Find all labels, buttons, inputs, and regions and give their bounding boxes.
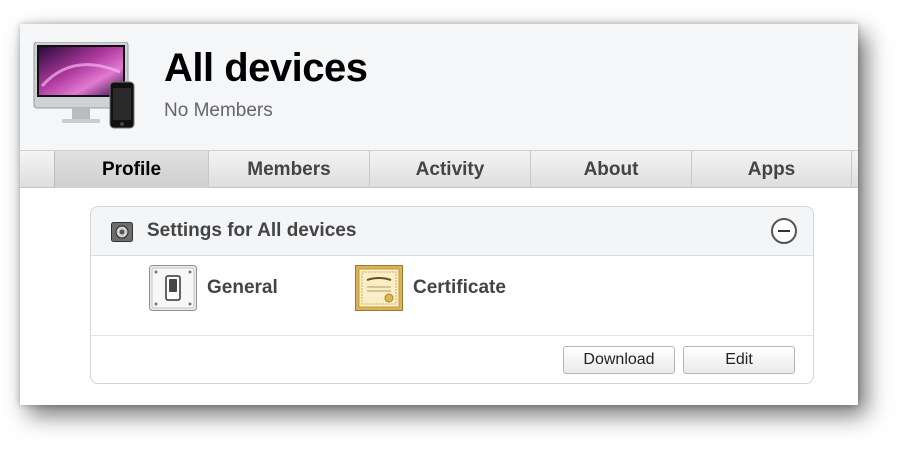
group-header: All devices No Members [20, 24, 858, 150]
tab-bar: Profile Members Activity About Apps [20, 150, 858, 188]
member-count: No Members [164, 100, 273, 121]
tab-profile[interactable]: Profile [54, 151, 209, 188]
settings-panel-header: Settings for All devices [91, 207, 813, 256]
page-title: All devices [164, 46, 368, 90]
edit-button[interactable]: Edit [683, 346, 795, 374]
settings-panel-footer: Download Edit [91, 335, 813, 383]
tab-apps[interactable]: Apps [692, 151, 852, 188]
settings-icon [111, 222, 133, 242]
settings-panel: Settings for All devices General Certifi… [90, 206, 814, 384]
collapse-button[interactable] [771, 218, 797, 244]
tab-about[interactable]: About [531, 151, 692, 188]
tab-activity[interactable]: Activity [370, 151, 531, 188]
settings-title: Settings for All devices [147, 220, 357, 241]
tab-members[interactable]: Members [209, 151, 370, 188]
switch-icon [149, 265, 197, 311]
payload-general-label: General [207, 277, 278, 298]
window: All devices No Members Profile Members A… [20, 24, 858, 405]
imac-iphone-icon [33, 42, 135, 129]
download-button[interactable]: Download [563, 346, 675, 374]
certificate-icon [355, 265, 403, 311]
payload-certificate-label: Certificate [413, 277, 506, 298]
